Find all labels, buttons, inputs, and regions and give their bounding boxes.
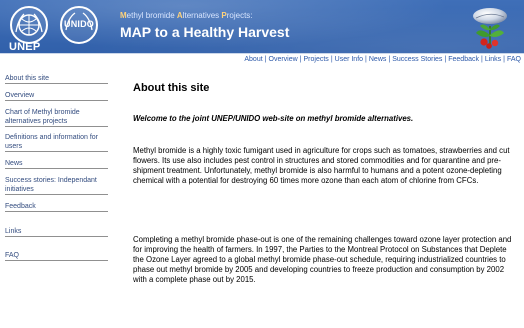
tagline-initial: M xyxy=(120,11,127,20)
top-nav-links: About | Overview | Projects | User Info | News | S… xyxy=(244,54,521,65)
paragraph-methyl-bromide: Methyl bromide is a highly toxic fumigan… xyxy=(133,146,510,185)
top-nav-link-links[interactable]: Links xyxy=(485,56,501,63)
sidebar-item-about-this-site[interactable]: About this site xyxy=(5,74,108,84)
top-nav-link-overview[interactable]: Overview xyxy=(269,56,298,63)
top-nav-link-feedback[interactable]: Feedback xyxy=(448,56,479,63)
ozone-globe-graphic xyxy=(473,8,507,49)
top-nav-link-about[interactable]: About xyxy=(244,56,262,63)
site-title: MAP to a Healthy Harvest xyxy=(120,24,290,40)
top-nav-link-news[interactable]: News xyxy=(369,56,387,63)
header-tagline: Methyl bromide Alternatives Projects: xyxy=(120,11,253,20)
tagline-text: lternatives xyxy=(182,11,222,20)
page-title: About this site xyxy=(133,82,210,94)
sidebar-item-chart-of-methyl-bromide-alternatives-projects[interactable]: Chart of Methyl bromide alternatives pro… xyxy=(5,108,108,127)
sidebar-item-news[interactable]: News xyxy=(5,159,108,169)
top-navigation: About | Overview | Projects | User Info | News | S… xyxy=(0,53,524,65)
tagline-text: rojects: xyxy=(226,11,253,20)
top-nav-link-projects[interactable]: Projects xyxy=(304,56,329,63)
top-nav-link-success-stories[interactable]: Success Stories xyxy=(392,56,442,63)
top-nav-link-faq[interactable]: FAQ xyxy=(507,56,521,63)
sidebar-item-definitions-and-information-for-users[interactable]: Definitions and information for users xyxy=(5,133,108,152)
unep-emblem-graphic xyxy=(15,13,43,36)
sidebar-item-faq[interactable]: FAQ xyxy=(5,251,108,261)
sidebar: About this site Overview Chart of Methyl b… xyxy=(0,66,121,328)
sidebar-item-success-stories-independant-initiatives[interactable]: Success stories: Independant initiatives xyxy=(5,176,108,195)
site-header: UNEP UNIDO Methyl bromide Alternatives P… xyxy=(0,0,524,60)
unido-label: UNIDO xyxy=(64,19,94,29)
unep-label: UNEP xyxy=(9,41,41,53)
welcome-message: Welcome to the joint UNEP/UNIDO web-site… xyxy=(133,114,414,123)
unep-emblem-icon[interactable] xyxy=(10,6,48,44)
ozone-globe-icon xyxy=(466,5,514,53)
paragraph-phase-out: Completing a methyl bromide phase-out is… xyxy=(133,235,512,284)
page-frame: UNEP UNIDO Methyl bromide Alternatives P… xyxy=(0,0,524,328)
sidebar-item-feedback[interactable]: Feedback xyxy=(5,202,108,212)
tagline-text: ethyl bromide xyxy=(126,11,177,20)
sidebar-item-links[interactable]: Links xyxy=(5,227,108,237)
top-nav-link-user-info[interactable]: User Info xyxy=(335,56,363,63)
sidebar-item-overview[interactable]: Overview xyxy=(5,91,108,101)
main-content: About this site Welcome to the joint UNE… xyxy=(133,66,521,328)
